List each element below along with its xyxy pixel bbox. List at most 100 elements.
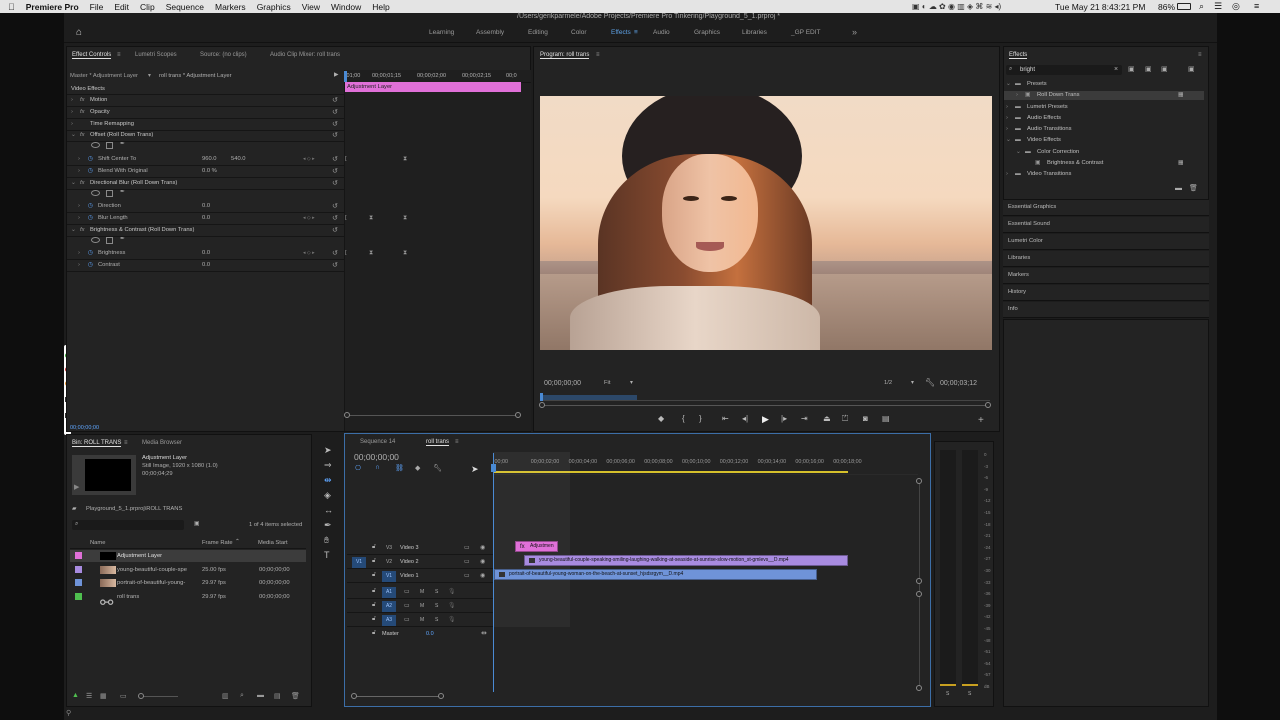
rectangle-mask-icon[interactable] [106, 142, 113, 149]
sequence-clip-label[interactable]: roll trans * Adjustment Layer [159, 73, 232, 79]
reset-icon[interactable]: ↺ [332, 131, 338, 139]
col-media-start[interactable]: Media Start [258, 540, 288, 546]
solo-button[interactable]: S [435, 617, 438, 623]
stopwatch-icon[interactable]: ◷ [88, 156, 93, 162]
reset-icon[interactable]: ↺ [332, 226, 338, 234]
effects-tree-item[interactable]: Lumetri Presets [1027, 104, 1068, 110]
ec-value-2[interactable]: 540.0 [231, 156, 246, 162]
panel-menu-icon[interactable]: ≡ [117, 52, 121, 58]
track-select-icon[interactable]: ⇒ [324, 460, 332, 471]
sync-lock-icon[interactable]: ▭ [404, 616, 410, 623]
bin-item-row[interactable]: ⚯roll trans 29.97 fps 00;00;00;00 [70, 591, 306, 612]
panel-menu-icon[interactable]: ≡ [124, 440, 128, 446]
accelerated-effects-icon[interactable]: ▣ [1128, 66, 1135, 73]
ec-clip-bar[interactable]: Adjustment Layer [345, 82, 521, 92]
collapsed-panel-row[interactable] [1003, 285, 1209, 301]
keyframe-nav-icon[interactable]: ◂ ◇ ▸ [303, 215, 315, 221]
snap-icon[interactable]: ∩ [375, 464, 380, 471]
timeline-ruler[interactable]: ;00;00 00;00;02;00 00;00;04;00 00;00;06;00 0… [493, 452, 918, 475]
dropdown-icon[interactable]: ▾ [148, 73, 151, 79]
menu-app[interactable]: Premiere Pro [26, 2, 79, 12]
hand-tool-icon[interactable]: ✋︎ [324, 535, 329, 546]
reset-icon[interactable]: ↺ [332, 214, 338, 222]
menu-clip[interactable]: Clip [140, 2, 155, 12]
effects-tree-item[interactable]: Audio Transitions [1027, 126, 1071, 132]
ripple-edit-icon[interactable]: ⇹ [324, 475, 332, 486]
menu-edit[interactable]: Edit [114, 2, 129, 12]
bin-item-name[interactable]: roll trans [117, 594, 139, 600]
effects-tree-item[interactable]: Color Correction [1037, 149, 1079, 155]
mark-in-icon[interactable]: { [682, 414, 685, 423]
disclosure-triangle-icon[interactable]: ⌄ [71, 180, 76, 186]
keyframe-icon[interactable]: ⧗ [403, 250, 407, 257]
workspace-assembly[interactable]: Assembly [476, 29, 504, 36]
solo-button[interactable]: S [435, 589, 438, 595]
step-back-icon[interactable]: ◂| [742, 414, 748, 423]
disclosure-triangle-icon[interactable]: ⌄ [1016, 149, 1021, 155]
workspace-libraries[interactable]: Libraries [742, 29, 767, 36]
reset-icon[interactable]: ↺ [332, 167, 338, 175]
effects-search-input[interactable]: bright [1020, 67, 1035, 73]
disclosure-triangle-icon[interactable]: ⌄ [1006, 137, 1011, 143]
program-timecode[interactable]: 00;00;00;00 [544, 380, 581, 387]
collapsed-panel-label[interactable]: Markers [1008, 272, 1029, 278]
disclosure-triangle-icon[interactable]: ⌄ [71, 227, 76, 233]
slip-tool-icon[interactable]: ↔ [324, 505, 333, 515]
bin-item-row[interactable]: young-beautiful-couple-spe 25.00 fps 00;00… [70, 564, 306, 576]
lock-icon[interactable]: ▲ [72, 692, 79, 699]
col-name[interactable]: Name [90, 540, 105, 546]
workspace-editing[interactable]: Editing [528, 29, 548, 36]
video-track-header[interactable]: 🔓︎ V1 Video 1 ▭ ◉ [347, 570, 493, 583]
collapsed-panel-row[interactable] [1003, 268, 1209, 284]
icon-view-icon[interactable]: ▦ [100, 692, 107, 700]
disclosure-triangle-icon[interactable]: › [1006, 115, 1008, 121]
bin-search-input[interactable]: ⌕ [72, 520, 184, 530]
lock-icon[interactable]: 🔓︎ [372, 558, 376, 565]
home-icon[interactable]: ⌂ [76, 27, 82, 38]
collapsed-panel-label[interactable]: Libraries [1008, 255, 1030, 261]
new-search-bin-icon[interactable]: ▣ [194, 521, 199, 527]
disclosure-triangle-icon[interactable]: › [71, 121, 73, 127]
ec-value-1[interactable]: 0.0 [202, 250, 210, 256]
sync-lock-icon[interactable]: ▭ [464, 558, 470, 565]
disclosure-triangle-icon[interactable]: ⌄ [71, 132, 76, 138]
disclosure-triangle-icon[interactable]: › [78, 250, 80, 256]
search-icon[interactable]: ⌕ [1199, 1, 1204, 12]
menu-file[interactable]: File [90, 2, 104, 12]
resolution-select[interactable]: 1/2 [884, 380, 892, 386]
32bit-effects-icon[interactable]: ▣ [1145, 66, 1152, 73]
add-marker-icon[interactable]: ◆ [415, 464, 420, 472]
lock-icon[interactable]: 🔓︎ [372, 616, 376, 623]
solo-right-button[interactable]: S [968, 691, 971, 697]
play-only-icon[interactable]: ▶ [334, 72, 338, 78]
play-icon[interactable]: ▶ [762, 414, 769, 425]
clip-v2-couple[interactable]: young-beautiful-couple-speaking-smiling-… [524, 555, 848, 566]
audio-track-header[interactable]: 🔓︎ A3 ▭ M S 🎙︎ [347, 614, 493, 627]
lock-icon[interactable]: 🔓︎ [372, 602, 376, 609]
clip-v1-portrait[interactable]: portrait-of-beautiful-young-woman-on-the… [494, 569, 817, 580]
menu-markers[interactable]: Markers [215, 2, 246, 12]
add-marker-icon[interactable]: ◆ [658, 414, 664, 423]
menu-window[interactable]: Window [331, 2, 361, 12]
tab-media-browser[interactable]: Media Browser [142, 440, 182, 446]
audio-track-header[interactable]: 🔓︎ A2 ▭ M S 🎙︎ [347, 600, 493, 613]
sort-asc-icon[interactable]: ⌃ [235, 539, 240, 545]
bin-thumbnail[interactable]: ▶ [72, 455, 136, 495]
tab-lumetri-scopes[interactable]: Lumetri Scopes [135, 52, 177, 58]
pen-tool-icon[interactable]: ✒ [324, 520, 332, 531]
wrench-icon[interactable]: 🔧︎ [925, 378, 935, 387]
reset-icon[interactable]: ↺ [332, 202, 338, 210]
type-tool-icon[interactable]: T [324, 550, 330, 560]
col-frame-rate[interactable]: Frame Rate [202, 540, 233, 546]
tab-audio-clip-mixer[interactable]: Audio Clip Mixer: roll trans [270, 52, 340, 58]
audio-track-target[interactable]: A3 [382, 615, 396, 626]
keyframe-icon[interactable]: ⧗ [403, 215, 407, 222]
ellipse-mask-icon[interactable] [91, 142, 100, 148]
microphone-icon[interactable]: 🎙︎ [448, 616, 456, 623]
play-icon[interactable]: ▶ [74, 483, 79, 491]
lock-icon[interactable]: 🔓︎ [372, 588, 376, 595]
new-folder-icon[interactable]: ▬ [1175, 185, 1182, 192]
lock-icon[interactable]: 🔓︎ [372, 630, 376, 637]
eye-icon[interactable]: ◉ [480, 572, 485, 579]
tab-source[interactable]: Source: (no clips) [200, 52, 247, 58]
